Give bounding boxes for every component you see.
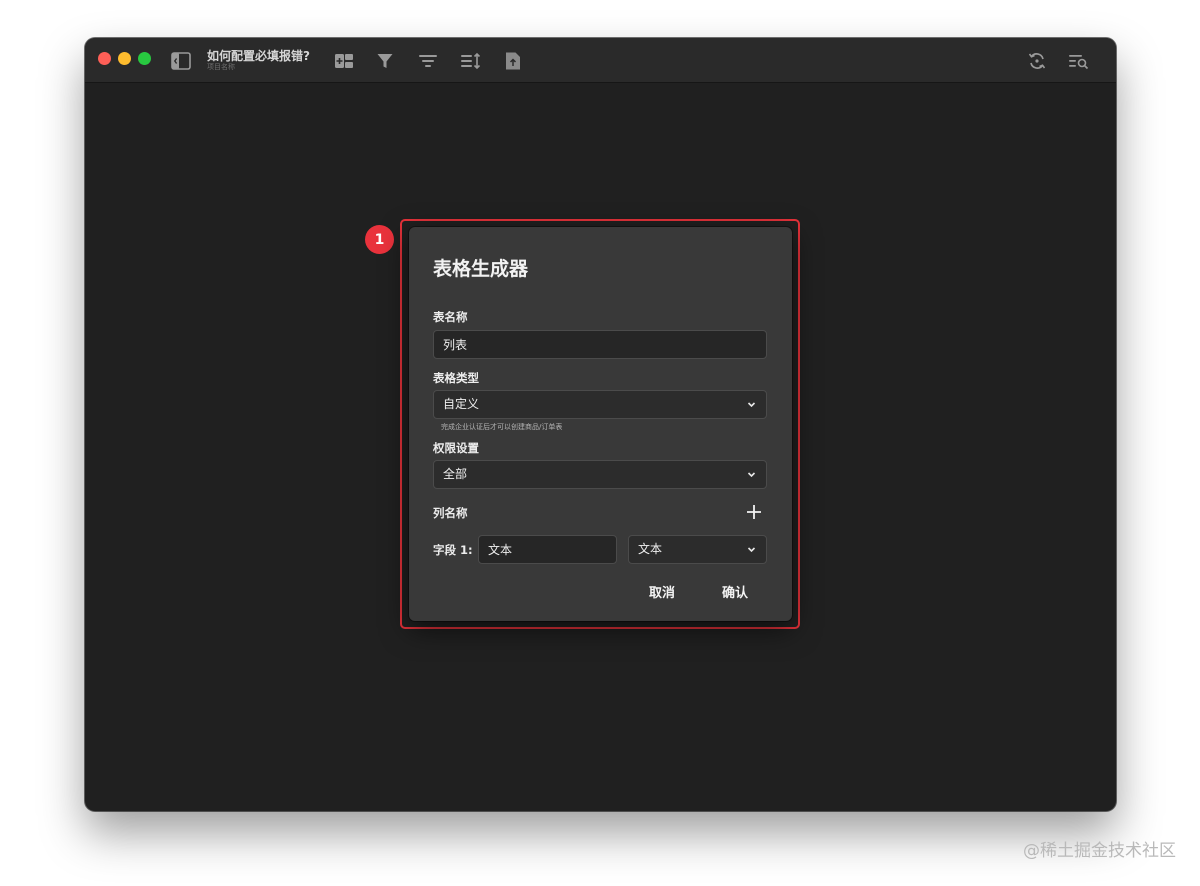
chevron-down-icon — [747, 472, 756, 478]
minimize-window-button[interactable] — [118, 52, 131, 65]
filter-icon[interactable] — [374, 50, 396, 72]
chevron-down-icon — [747, 402, 756, 408]
field-type-select[interactable]: 文本 — [628, 535, 767, 564]
table-type-label: 表格类型 — [433, 371, 479, 385]
permission-select[interactable]: 全部 — [433, 460, 767, 489]
table-name-label: 表名称 — [433, 310, 468, 324]
close-window-button[interactable] — [98, 52, 111, 65]
table-type-hint: 完成企业认证后才可以创建商品/订单表 — [441, 423, 563, 431]
field-row-label: 字段 1: — [433, 543, 473, 557]
confirm-button[interactable]: 确认 — [722, 585, 748, 603]
window-title: 如何配置必填报错? — [207, 49, 310, 63]
sidebar-toggle-icon[interactable] — [170, 50, 192, 72]
watermark: @稀土掘金技术社区 — [1023, 841, 1176, 861]
permission-value: 全部 — [443, 467, 468, 481]
list-filter-icon[interactable] — [417, 50, 439, 72]
permission-label: 权限设置 — [433, 441, 479, 455]
search-list-icon[interactable] — [1068, 50, 1090, 72]
maximize-window-button[interactable] — [138, 52, 151, 65]
table-type-value: 自定义 — [443, 397, 480, 411]
export-icon[interactable] — [502, 50, 524, 72]
columns-label: 列名称 — [433, 506, 468, 520]
table-name-input[interactable] — [433, 330, 767, 359]
add-column-plus-icon[interactable] — [745, 503, 763, 521]
dialog-title: 表格生成器 — [433, 258, 529, 280]
chevron-down-icon — [747, 547, 756, 553]
cancel-button[interactable]: 取消 — [649, 585, 675, 603]
table-generator-dialog: 表格生成器 表名称 表格类型 自定义 完成企业认证后才可以创建商品/订单表 权限… — [409, 227, 792, 621]
sort-icon[interactable] — [460, 50, 482, 72]
sync-icon[interactable] — [1026, 50, 1048, 72]
field-name-input[interactable] — [478, 535, 617, 564]
step-badge: 1 — [365, 225, 394, 254]
window-title-block: 如何配置必填报错? 项目名称 — [207, 49, 310, 72]
table-type-select[interactable]: 自定义 — [433, 390, 767, 419]
title-bar: 如何配置必填报错? 项目名称 — [85, 38, 1116, 83]
field-type-value: 文本 — [638, 542, 663, 556]
window-subtitle: 项目名称 — [207, 63, 235, 71]
add-column-icon[interactable] — [333, 50, 355, 72]
